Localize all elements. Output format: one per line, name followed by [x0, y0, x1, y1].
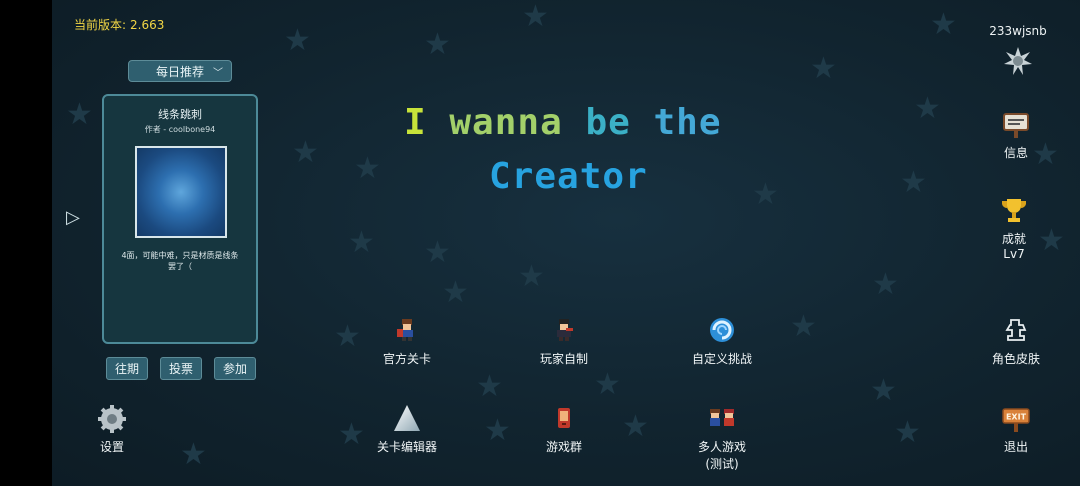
- past-button[interactable]: 往期: [106, 357, 148, 380]
- background-star-icon: ★: [872, 267, 899, 302]
- title-word: the: [653, 102, 722, 143]
- gear-icon: [98, 405, 126, 433]
- background-star-icon: ★: [292, 135, 319, 170]
- custom-challenge-button[interactable]: 自定义挑战: [672, 316, 772, 367]
- two-characters-icon: [710, 409, 734, 426]
- background-star-icon: ★: [354, 151, 381, 186]
- game-title-line2: Creator: [489, 156, 648, 197]
- official-levels-label: 官方关卡: [382, 352, 431, 366]
- signboard-icon: [1003, 113, 1029, 138]
- settings-button[interactable]: 设置: [72, 404, 152, 455]
- background-star-icon: ★: [484, 413, 511, 448]
- background-star-icon: ★: [870, 373, 897, 408]
- phone-icon: [558, 408, 570, 428]
- level-editor-label: 关卡编辑器: [376, 440, 437, 454]
- background-star-icon: ★: [284, 23, 311, 58]
- background-star-icon: ★: [424, 235, 451, 270]
- level-editor-button[interactable]: 关卡编辑器: [357, 404, 457, 455]
- swirl-portal-icon: [710, 318, 734, 342]
- multiplayer-button[interactable]: 多人游戏 (测试): [672, 404, 772, 472]
- info-label: 信息: [1003, 146, 1028, 160]
- background-star-icon: ★: [752, 177, 779, 212]
- background-star-icon: ★: [442, 275, 469, 310]
- achievements-button[interactable]: 成就 Lv7: [974, 196, 1054, 261]
- exit-sign-icon: EXIT: [1002, 408, 1030, 432]
- featured-level-card[interactable]: 线条跳刺 作者 - coolbone94 4面，可能中难，只是材质是线条 罢了（: [102, 94, 258, 344]
- title-word: be: [585, 102, 631, 143]
- main-menu-screen: ★ ★ ★ ★ ★ ★ ★ ★ ★ ★ ★ ★ ★ ★ ★ ★ ★ ★ ★ ★ …: [52, 0, 1080, 486]
- background-star-icon: ★: [914, 91, 941, 126]
- official-levels-button[interactable]: 官方关卡: [357, 316, 457, 367]
- player-made-button[interactable]: 玩家自制: [514, 316, 614, 367]
- game-group-label: 游戏群: [545, 440, 582, 454]
- level-description-line: 罢了（: [168, 262, 192, 271]
- version-label: 当前版本: 2.663: [74, 16, 168, 33]
- level-author: 作者 - coolbone94: [144, 125, 216, 134]
- multiplayer-sublabel: (测试): [705, 457, 739, 471]
- background-star-icon: ★: [522, 0, 549, 34]
- game-title-line1: I wanna be the: [404, 102, 722, 143]
- background-star-icon: ★: [594, 367, 621, 402]
- level-description-line: 4面，可能中难，只是材质是线条: [121, 251, 239, 260]
- background-star-icon: ★: [348, 225, 375, 260]
- background-star-icon: ★: [790, 309, 817, 344]
- player-made-label: 玩家自制: [539, 352, 588, 366]
- spike-triangle-icon: [394, 405, 420, 431]
- player-level: Lv7: [1003, 247, 1025, 261]
- version-value: 2.663: [130, 18, 165, 32]
- background-star-icon: ★: [476, 369, 503, 404]
- background-star-icon: ★: [930, 7, 957, 42]
- exit-sign-text: EXIT: [1006, 413, 1027, 422]
- kid-character-icon: [397, 319, 413, 341]
- character-skins-label: 角色皮肤: [991, 352, 1040, 366]
- title-word: wanna: [449, 102, 563, 143]
- level-title: 线条跳刺: [158, 108, 202, 121]
- info-button[interactable]: 信息: [976, 110, 1056, 161]
- featured-dropdown-label: 每日推荐: [155, 64, 204, 79]
- vote-button[interactable]: 投票: [160, 357, 202, 380]
- join-button[interactable]: 参加: [214, 357, 256, 380]
- expand-arrow-icon[interactable]: ▷: [66, 207, 80, 228]
- background-star-icon: ★: [810, 51, 837, 86]
- character-outline-icon: [1005, 319, 1027, 341]
- custom-challenge-label: 自定义挑战: [691, 352, 752, 366]
- background-star-icon: ★: [424, 27, 451, 62]
- exit-label: 退出: [1003, 440, 1028, 454]
- background-star-icon: ★: [66, 97, 93, 132]
- game-group-button[interactable]: 游戏群: [514, 404, 614, 455]
- level-description: 4面，可能中难，只是材质是线条 罢了（: [114, 250, 246, 272]
- username[interactable]: 233wjsnb: [974, 24, 1062, 38]
- background-star-icon: ★: [900, 165, 927, 200]
- version-caption: 当前版本:: [74, 18, 127, 32]
- exit-button[interactable]: EXIT 退出: [976, 404, 1056, 455]
- achievements-label: 成就: [1001, 232, 1026, 246]
- background-star-icon: ★: [622, 409, 649, 444]
- spiky-ball-icon: [1004, 47, 1032, 75]
- multiplayer-label: 多人游戏: [697, 440, 746, 454]
- spiky-ball-button[interactable]: [978, 46, 1058, 80]
- settings-label: 设置: [99, 440, 124, 454]
- background-star-icon: ★: [180, 437, 207, 472]
- featured-dropdown[interactable]: 每日推荐 ﹀: [128, 60, 232, 82]
- background-star-icon: ★: [894, 415, 921, 450]
- trophy-icon: [1002, 199, 1026, 222]
- background-star-icon: ★: [518, 259, 545, 294]
- level-thumbnail[interactable]: [135, 146, 227, 238]
- chevron-down-icon: ﹀: [213, 68, 223, 79]
- dark-character-icon: [557, 319, 573, 341]
- character-skins-button[interactable]: 角色皮肤: [976, 316, 1056, 367]
- title-word: I: [404, 102, 427, 143]
